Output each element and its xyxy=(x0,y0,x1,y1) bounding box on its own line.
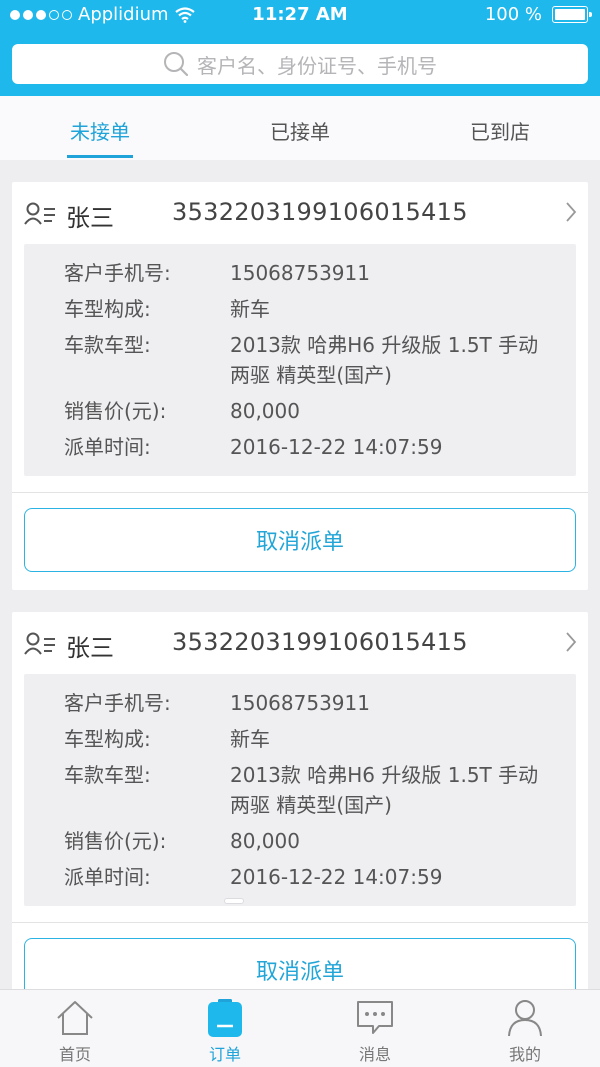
customer-name: 张三 xyxy=(66,204,114,232)
battery-percent: 100 % xyxy=(484,4,542,25)
detail-label: 车款车型: xyxy=(64,763,151,787)
detail-row-time: 派单时间: 2016-12-22 14:07:59 xyxy=(24,862,576,892)
nav-label: 首页 xyxy=(58,1045,91,1064)
detail-label: 销售价(元): xyxy=(64,829,167,853)
detail-row-model: 车款车型: 2013款 哈弗H6 升级版 1.5T 手动 两驱 精英型(国产) xyxy=(24,330,576,390)
card-header[interactable]: 张三 353220319910601541​5 xyxy=(12,182,588,244)
tab-arrived[interactable]: 已到店 xyxy=(400,96,600,160)
detail-label: 客户手机号: xyxy=(64,261,171,285)
customer-icon xyxy=(24,632,55,655)
tab-pending[interactable]: 未接单 xyxy=(0,96,200,160)
order-tabs: 未接单 已接单 已到店 xyxy=(0,96,600,160)
order-card[interactable]: 张三 353220319910601541​5 客户手机号: 150687539… xyxy=(12,612,588,1012)
detail-row-phone: 客户手机号: 15068753911 xyxy=(24,688,576,718)
detail-label: 销售价(元): xyxy=(64,399,167,423)
search-input[interactable]: 客户名、身份证号、手机号 xyxy=(12,44,588,84)
order-icon xyxy=(208,999,242,1037)
nav-label: 订单 xyxy=(208,1045,241,1064)
chevron-right-icon[interactable] xyxy=(564,200,578,224)
detail-value: 2013款 哈弗H6 升级版 1.5T 手动 两驱 精英型(国产) xyxy=(230,333,539,387)
detail-row-type: 车型构成: 新车 xyxy=(24,724,576,754)
detail-label: 派单时间: xyxy=(64,435,151,459)
detail-value: 2013款 哈弗H6 升级版 1.5T 手动 两驱 精英型(国产) xyxy=(230,763,539,817)
detail-row-phone: 客户手机号: 15068753911 xyxy=(24,258,576,288)
tab-accepted[interactable]: 已接单 xyxy=(200,96,400,160)
card-header[interactable]: 张三 353220319910601541​5 xyxy=(12,612,588,674)
order-details: 客户手机号: 15068753911 车型构成: 新车 车款车型: 2013款 … xyxy=(24,244,576,476)
search-placeholder: 客户名、身份证号、手机号 xyxy=(197,53,437,78)
detail-value: 15068753911 xyxy=(230,261,370,285)
chevron-right-icon[interactable] xyxy=(564,630,578,654)
search-icon xyxy=(164,52,189,77)
detail-label: 客户手机号: xyxy=(64,691,171,715)
home-icon xyxy=(57,1001,93,1035)
order-details: 客户手机号: 15068753911 车型构成: 新车 车款车型: 2013款 … xyxy=(24,674,576,906)
nav-home[interactable]: 首页 xyxy=(0,990,150,1067)
detail-value: 2016-12-22 14:07:59 xyxy=(230,865,443,889)
nav-profile[interactable]: 我的 xyxy=(450,990,600,1067)
detail-value: 新车 xyxy=(230,727,270,751)
status-bar: Applidium 11:27 AM 100 % xyxy=(0,0,600,32)
detail-row-time: 派单时间: 2016-12-22 14:07:59 xyxy=(24,432,576,462)
detail-value: 80,000 xyxy=(230,829,300,853)
detail-row-price: 销售价(元): 80,000 xyxy=(24,396,576,426)
divider xyxy=(12,492,588,493)
detail-value: 新车 xyxy=(230,297,270,321)
nav-label: 消息 xyxy=(358,1045,391,1064)
profile-icon xyxy=(508,1000,542,1037)
detail-value: 15068753911 xyxy=(230,691,370,715)
customer-icon xyxy=(24,202,55,225)
nav-messages[interactable]: 消息 xyxy=(300,990,450,1067)
id-number: 353220319910601541​5 xyxy=(172,628,468,656)
customer-name: 张三 xyxy=(66,634,114,662)
detail-row-model: 车款车型: 2013款 哈弗H6 升级版 1.5T 手动 两驱 精英型(国产) xyxy=(24,760,576,820)
header: Applidium 11:27 AM 100 % 客户名、身份证号、手机号 xyxy=(0,0,600,96)
id-number: 353220319910601541​5 xyxy=(172,198,468,226)
detail-label: 派单时间: xyxy=(64,865,151,889)
battery-icon xyxy=(552,6,592,23)
scroll-indicator xyxy=(224,898,244,904)
nav-label: 我的 xyxy=(508,1045,541,1064)
detail-row-price: 销售价(元): 80,000 xyxy=(24,826,576,856)
order-card[interactable]: 张三 353220319910601541​5 客户手机号: 150687539… xyxy=(12,182,588,590)
detail-row-type: 车型构成: 新车 xyxy=(24,294,576,324)
detail-label: 车型构成: xyxy=(64,297,151,321)
detail-label: 车款车型: xyxy=(64,333,151,357)
detail-value: 2016-12-22 14:07:59 xyxy=(230,435,443,459)
nav-orders[interactable]: 订单 xyxy=(150,990,300,1067)
cancel-dispatch-button[interactable]: 取消派单 xyxy=(24,508,576,572)
detail-value: 80,000 xyxy=(230,399,300,423)
detail-label: 车型构成: xyxy=(64,727,151,751)
message-icon xyxy=(357,1001,393,1034)
divider xyxy=(12,922,588,923)
bottom-nav: 首页 订单 消息 我的 xyxy=(0,989,600,1067)
